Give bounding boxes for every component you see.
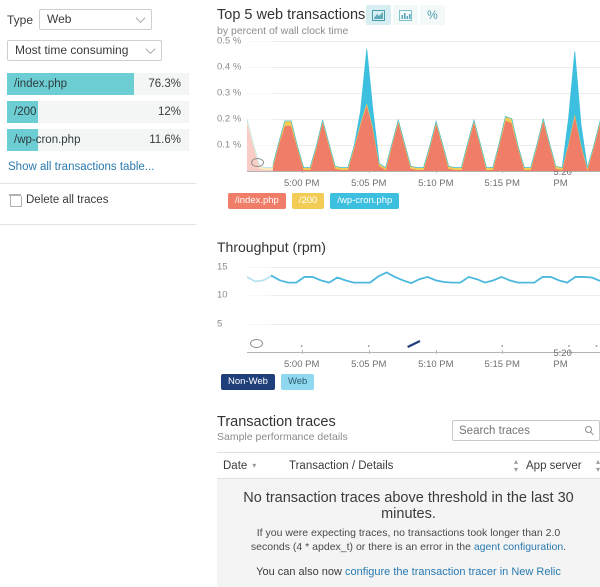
y-axis-tick-label: 10	[217, 290, 228, 301]
legend-chip[interactable]: /200	[292, 193, 325, 209]
sort-select-value: Most time consuming	[15, 43, 128, 57]
search-icon	[585, 426, 592, 433]
type-filter-row: Type Web	[0, 0, 196, 30]
chevron-down-icon	[136, 13, 146, 23]
chart-hover-highlight	[247, 255, 271, 352]
x-axis-tick-label: 5:05 PM	[351, 359, 386, 370]
trash-icon	[10, 194, 20, 206]
web-transactions-area-chart[interactable]: 0.5 % 0.4 % 0.3 % 0.2 % 0.1 % 5:00 PM 5:05 PM 5…	[217, 37, 600, 189]
chart-scrubber-handle[interactable]	[250, 339, 263, 348]
sort-updown-icon: ▴▾	[596, 458, 600, 474]
sort-filter-row: Most time consuming	[0, 30, 196, 61]
search-traces-box[interactable]	[452, 420, 600, 441]
sidebar-bottom-divider	[0, 224, 196, 225]
x-axis-tick-label: 5:00 PM	[284, 178, 319, 189]
y-axis-tick-label: 5	[217, 318, 222, 329]
agent-configuration-link[interactable]: agent configuration	[474, 541, 563, 553]
type-select[interactable]: Web	[39, 9, 152, 30]
search-input[interactable]	[453, 422, 573, 441]
column-header-date[interactable]: Date ▾	[217, 460, 289, 472]
transaction-bar-label: /index.php	[7, 78, 67, 90]
chevron-down-icon: ▾	[252, 462, 256, 470]
area-chart-icon[interactable]	[366, 5, 391, 25]
transaction-bar-label: /wp-cron.php	[7, 134, 80, 146]
area-chart-plot	[247, 37, 600, 171]
y-axis-tick-label: 0.5 %	[217, 36, 241, 47]
area-series--index-php	[247, 105, 600, 171]
traces-empty-body-post: .	[563, 541, 566, 553]
chart-view-toolbar: %	[364, 5, 445, 25]
type-select-value: Web	[47, 12, 71, 26]
x-axis-line	[247, 352, 600, 353]
transaction-bar-row[interactable]: /wp-cron.php 11.6%	[7, 129, 189, 151]
chart-hover-highlight	[247, 37, 273, 171]
transaction-bar-row[interactable]: /200 12%	[7, 101, 189, 123]
x-axis-tick-label: 5:00 PM	[284, 359, 319, 370]
column-header-transaction[interactable]: Transaction / Details	[289, 460, 514, 472]
column-header-app-server[interactable]: App server ▴▾	[518, 458, 600, 474]
x-axis-tick-label: 5:05 PM	[351, 178, 386, 189]
sort-select[interactable]: Most time consuming	[7, 40, 162, 61]
type-label: Type	[7, 13, 33, 27]
transaction-bar-percent: 12%	[158, 101, 181, 123]
web-transactions-legend: /index.php/200/wp-cron.php	[228, 193, 600, 209]
traces-empty-state: No transaction traces above threshold in…	[217, 479, 600, 587]
legend-chip[interactable]: Web	[281, 374, 314, 390]
throughput-legend: Non-Web Web	[221, 374, 600, 390]
column-header-transaction-label: Transaction / Details	[289, 460, 393, 472]
x-axis-tick-label: 5:10 PM	[418, 359, 453, 370]
configure-transaction-tracer-link[interactable]: configure the transaction tracer in New …	[345, 566, 561, 578]
y-axis-tick-label: 0.1 %	[217, 140, 241, 151]
legend-chip[interactable]: Non-Web	[221, 374, 275, 390]
x-axis-line	[247, 171, 600, 172]
transaction-bar-percent: 11.6%	[149, 129, 181, 151]
legend-chip[interactable]: /wp-cron.php	[330, 193, 399, 209]
y-axis-tick-label: 0.3 %	[217, 88, 241, 99]
traces-empty-body: If you were expecting traces, no transac…	[239, 526, 578, 554]
transaction-bar-list: /index.php 76.3% /200 12% /wp-cron.php 11.6%	[0, 73, 196, 151]
chevron-down-icon	[146, 44, 156, 54]
traces-table-header: Date ▾ Transaction / Details ▴▾ App serv…	[217, 452, 600, 479]
legend-chip[interactable]: /index.php	[228, 193, 286, 209]
transaction-bar-label: /200	[7, 106, 36, 118]
column-header-app-server-label: App server	[526, 460, 582, 472]
non-web-marker	[247, 255, 600, 352]
y-axis-tick-label: 15	[217, 261, 228, 272]
transaction-traces-section: Transaction traces Sample performance de…	[217, 414, 600, 587]
traces-empty-heading: No transaction traces above threshold in…	[239, 490, 578, 522]
percent-icon[interactable]: %	[420, 5, 445, 25]
transaction-bar-row[interactable]: /index.php 76.3%	[7, 73, 189, 95]
main-column: Top 5 web transactions ? by percent of w…	[210, 0, 600, 587]
chart-scrubber-handle[interactable]	[251, 158, 264, 167]
y-axis-tick-label: 0.2 %	[217, 114, 241, 125]
x-axis-tick-label: 5:15 PM	[485, 178, 520, 189]
traces-empty-footer-pre: You can also now	[256, 566, 345, 578]
throughput-header: Throughput (rpm)	[210, 239, 600, 255]
transactions-sidebar: Type Web Most time consuming /index.php 7…	[0, 0, 196, 225]
web-transactions-subtitle: by percent of wall clock time	[217, 25, 600, 37]
x-axis-tick-label: 5:15 PM	[485, 359, 520, 370]
throughput-line-chart[interactable]: 151055:00 PM5:05 PM5:10 PM5:15 PM5:20 PM	[217, 255, 600, 370]
transaction-bar-percent: 76.3%	[148, 73, 181, 95]
throughput-title: Throughput (rpm)	[217, 239, 600, 255]
delete-all-traces-label: Delete all traces	[26, 194, 108, 206]
x-axis-tick-label: 5:10 PM	[418, 178, 453, 189]
traces-empty-footer: You can also now configure the transacti…	[239, 566, 578, 578]
page-title: Top 5 web transactions	[217, 7, 365, 23]
show-all-transactions-link[interactable]: Show all transactions table...	[0, 157, 196, 173]
percent-label: %	[427, 8, 438, 22]
column-header-date-label: Date	[223, 460, 247, 472]
delete-all-traces-button[interactable]: Delete all traces	[0, 184, 196, 206]
bar-chart-icon[interactable]	[393, 5, 418, 25]
y-axis-tick-label: 0.4 %	[217, 62, 241, 73]
